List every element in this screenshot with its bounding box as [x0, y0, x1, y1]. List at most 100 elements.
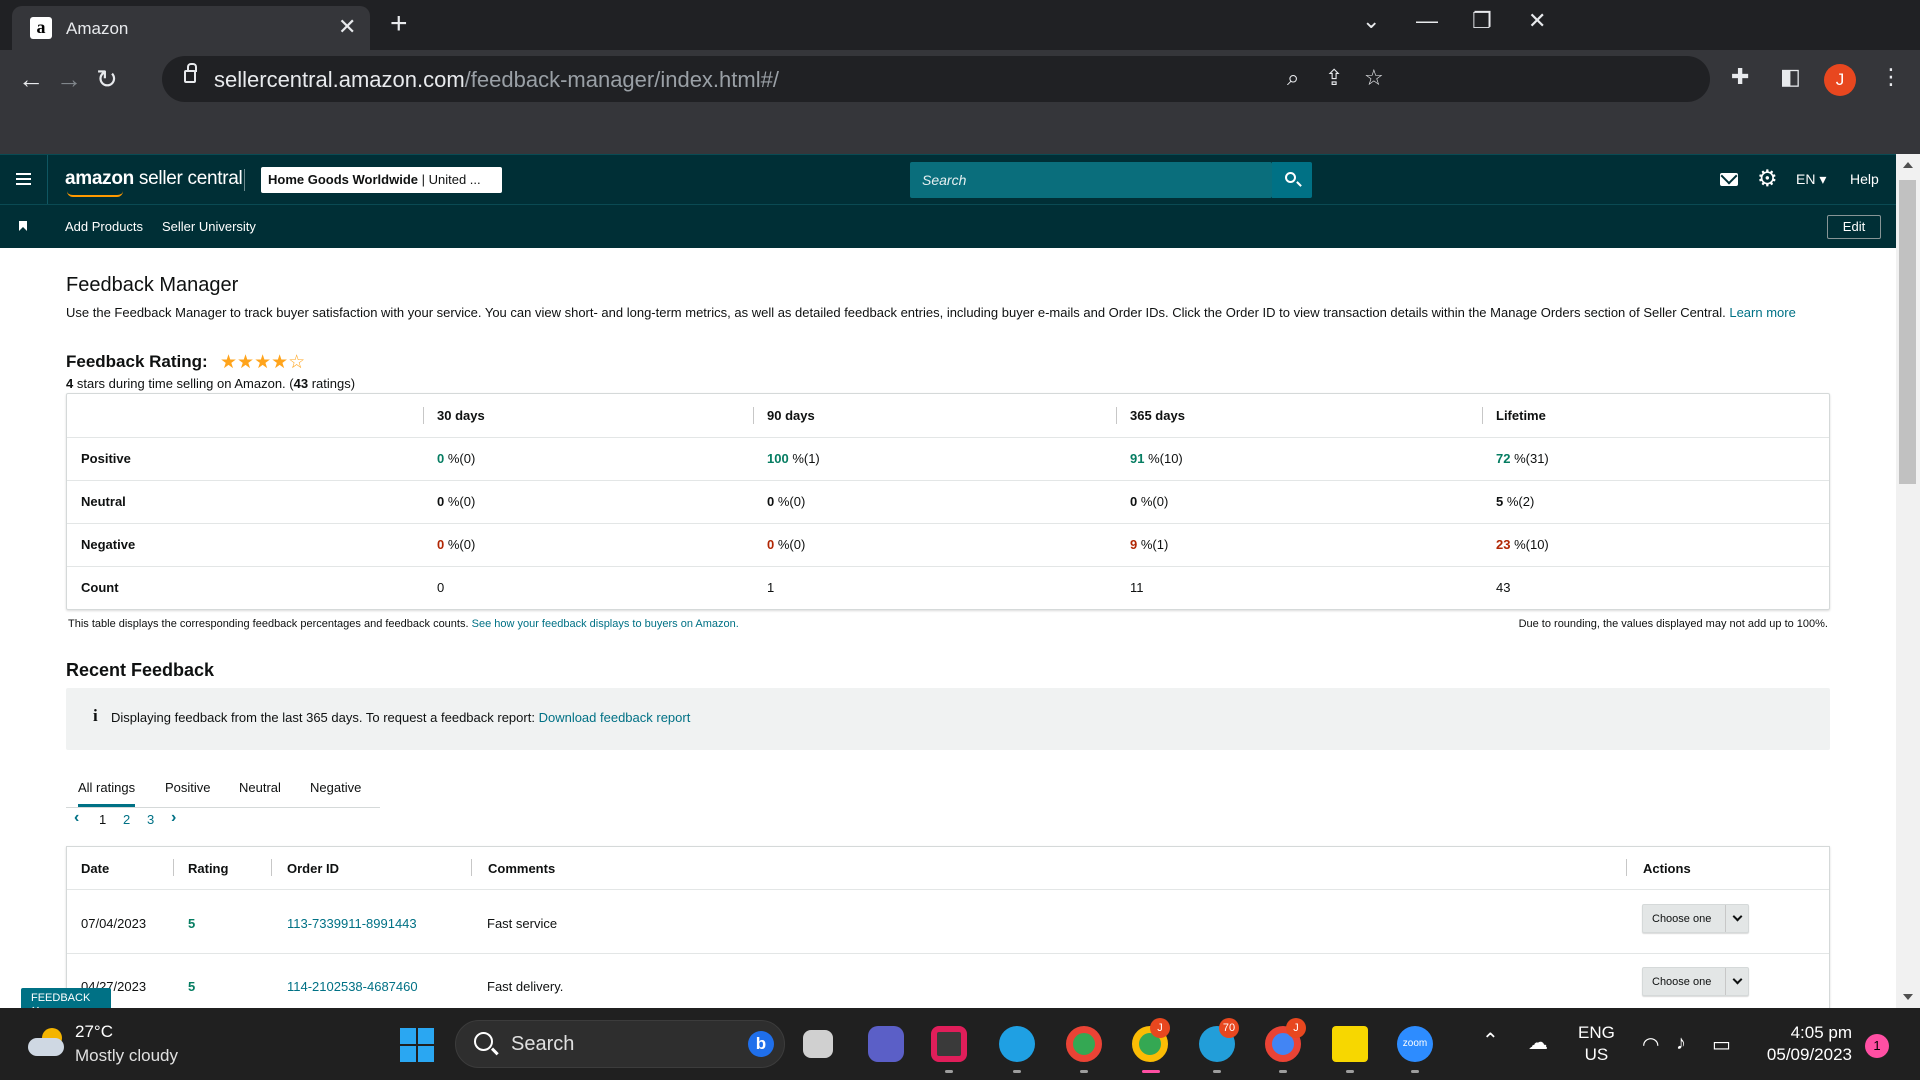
chrome-icon[interactable]	[1066, 1026, 1102, 1062]
back-icon[interactable]: ←	[18, 64, 44, 95]
hamburger-menu-icon[interactable]	[16, 173, 31, 185]
rating-stars-icon: ★★★★☆	[220, 352, 306, 373]
sticky-notes-icon[interactable]	[1332, 1026, 1368, 1062]
col-rating[interactable]: Rating	[188, 861, 228, 876]
info-alert: i Displaying feedback from the last 365 …	[66, 688, 1830, 750]
metrics-col-90: 90 days	[753, 394, 1116, 438]
metrics-col-lifetime: Lifetime	[1482, 394, 1829, 438]
table-row: 07/04/2023 5 113-7339911-8991443 Fast se…	[67, 891, 1829, 954]
next-page-icon[interactable]: ›	[171, 809, 176, 827]
menu-dots-icon[interactable]: ⋮	[1880, 64, 1902, 90]
wifi-icon[interactable]: ◠	[1642, 1032, 1659, 1057]
taskbar-search[interactable]: Search b	[455, 1020, 785, 1068]
tab-positive[interactable]: Positive	[165, 780, 211, 795]
windows-taskbar: 27°C Mostly cloudy Search b J 70 J zoom …	[0, 1008, 1920, 1080]
browser-tab[interactable]: a Amazon ✕	[12, 6, 370, 50]
telegram-badge: 70	[1219, 1018, 1239, 1038]
bing-icon[interactable]: b	[748, 1031, 774, 1057]
search-icon	[474, 1032, 493, 1051]
rounding-note: Due to rounding, the values displayed ma…	[1518, 618, 1828, 630]
language-selector[interactable]: EN ▾	[1796, 171, 1826, 188]
edge-icon[interactable]	[999, 1026, 1035, 1062]
col-order-id[interactable]: Order ID	[287, 861, 339, 876]
address-bar[interactable]: sellercentral.amazon.com/feedback-manage…	[162, 56, 1710, 102]
system-clock[interactable]: 4:05 pm 05/09/2023	[1752, 1022, 1852, 1066]
download-report-link[interactable]: Download feedback report	[539, 710, 691, 725]
metric-cell: 5 %(2)	[1482, 480, 1829, 524]
seller-central-logo[interactable]: amazon seller central	[65, 168, 243, 197]
page-3[interactable]: 3	[147, 812, 154, 827]
search-box	[910, 162, 1272, 198]
minimize-icon[interactable]: —	[1416, 8, 1438, 34]
scroll-down-icon[interactable]	[1903, 994, 1913, 1000]
zoom-icon[interactable]: ⌕	[1287, 65, 1299, 91]
tray-overflow-icon[interactable]: ⌃	[1482, 1028, 1499, 1053]
prev-page-icon[interactable]: ‹	[74, 809, 79, 827]
edit-button[interactable]: Edit	[1827, 215, 1881, 239]
page-1[interactable]: 1	[99, 812, 106, 827]
scroll-thumb[interactable]	[1899, 180, 1916, 484]
search-button[interactable]	[1272, 162, 1312, 198]
row-label: Neutral	[67, 480, 423, 524]
extensions-icon[interactable]: ✚	[1731, 64, 1749, 90]
col-date[interactable]: Date	[81, 861, 109, 876]
teams-chat-icon[interactable]	[868, 1026, 904, 1062]
close-window-icon[interactable]: ✕	[1528, 8, 1546, 34]
share-icon[interactable]: ⇪	[1325, 65, 1343, 91]
help-link[interactable]: Help	[1850, 171, 1879, 187]
store-selector[interactable]: Home Goods Worldwide | United ...	[261, 167, 502, 193]
volume-icon[interactable]: ♪	[1676, 1032, 1686, 1055]
sidepanel-icon[interactable]: ◧	[1780, 64, 1801, 90]
metric-cell: 23 %(10)	[1482, 523, 1829, 567]
tab-close-icon[interactable]: ✕	[338, 15, 356, 39]
choose-action-dropdown[interactable]: Choose one	[1642, 967, 1749, 996]
metrics-col-365: 365 days	[1116, 394, 1482, 438]
page-scrollbar[interactable]	[1896, 154, 1920, 1008]
col-comments[interactable]: Comments	[488, 861, 555, 876]
zoom-icon[interactable]: zoom	[1397, 1026, 1433, 1062]
tab-all-ratings[interactable]: All ratings	[78, 780, 136, 807]
order-id-link[interactable]: 113-7339911-8991443	[287, 916, 417, 931]
choose-action-dropdown[interactable]: Choose one	[1642, 904, 1749, 933]
nav-add-products[interactable]: Add Products	[65, 219, 143, 234]
restore-icon[interactable]: ❐	[1472, 8, 1492, 34]
order-id-link[interactable]: 114-2102538-4687460	[287, 979, 418, 994]
search-input[interactable]	[910, 162, 1272, 198]
onedrive-icon[interactable]: ☁	[1528, 1030, 1548, 1055]
row-comment: Fast delivery.	[487, 979, 564, 994]
feedback-metrics-table: 30 days 90 days 365 days Lifetime Positi…	[66, 393, 1830, 610]
scroll-up-icon[interactable]	[1903, 162, 1913, 168]
nav-seller-university[interactable]: Seller University	[162, 219, 256, 234]
slack-icon[interactable]	[931, 1026, 967, 1062]
learn-more-link[interactable]: Learn more	[1729, 305, 1795, 320]
feedback-table-header: Date Rating Order ID Comments Actions	[67, 847, 1829, 890]
task-view-icon[interactable]	[803, 1030, 833, 1058]
page-2[interactable]: 2	[123, 812, 130, 827]
gear-icon[interactable]: ⚙	[1757, 165, 1778, 192]
weather-condition[interactable]: Mostly cloudy	[75, 1046, 178, 1066]
taskbar-search-label: Search	[511, 1033, 575, 1055]
bookmark-icon[interactable]	[19, 221, 27, 231]
tab-search-icon[interactable]: ⌄	[1362, 8, 1380, 34]
page-title: Feedback Manager	[66, 274, 239, 296]
feedback-widget-button[interactable]: FEEDBACK ✕	[21, 988, 111, 1017]
metrics-row-positive: Positive 0 %(0) 100 %(1) 91 %(10) 72 %(3…	[67, 437, 1829, 481]
battery-icon[interactable]: ▭	[1712, 1032, 1731, 1057]
reload-icon[interactable]: ↻	[96, 64, 118, 95]
buyer-display-link[interactable]: See how your feedback displays to buyers…	[472, 618, 739, 630]
metrics-row-neutral: Neutral 0 %(0) 0 %(0) 0 %(0) 5 %(2)	[67, 480, 1829, 524]
input-language[interactable]: ENG US	[1578, 1022, 1615, 1066]
star-icon[interactable]: ☆	[1364, 65, 1384, 91]
metrics-row-negative: Negative 0 %(0) 0 %(0) 9 %(1) 23 %(10)	[67, 523, 1829, 567]
tab-negative[interactable]: Negative	[310, 780, 361, 795]
notification-badge[interactable]: 1	[1865, 1034, 1889, 1058]
new-tab-button[interactable]: +	[390, 9, 408, 39]
windows-start-icon[interactable]	[400, 1028, 434, 1062]
profile-avatar[interactable]: J	[1824, 64, 1856, 96]
mail-icon[interactable]	[1720, 173, 1738, 186]
weather-temperature[interactable]: 27°C	[75, 1022, 113, 1042]
weather-cloudy-icon[interactable]	[28, 1028, 66, 1058]
lock-icon[interactable]	[184, 63, 197, 83]
tab-neutral[interactable]: Neutral	[239, 780, 281, 795]
forward-icon[interactable]: →	[56, 64, 82, 95]
